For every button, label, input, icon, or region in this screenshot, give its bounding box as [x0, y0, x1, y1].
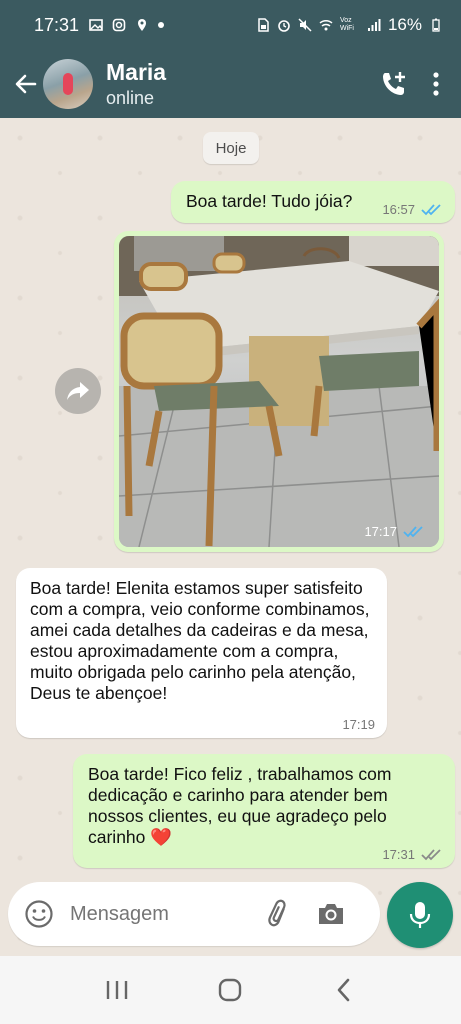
heart-emoji: ❤️	[150, 827, 173, 847]
emoji-button[interactable]	[22, 897, 56, 931]
forward-icon	[67, 382, 89, 400]
message-text: Boa tarde! Tudo jóia?	[186, 191, 353, 211]
back-arrow-icon	[15, 74, 37, 94]
message-text: Boa tarde! Elenita estamos super satisfe…	[30, 578, 370, 703]
message-time: 17:17	[364, 524, 397, 539]
chat-header: Maria online	[0, 50, 461, 118]
delivered-ticks-icon	[421, 848, 441, 860]
sim-icon	[258, 18, 269, 32]
recents-icon	[106, 981, 128, 999]
status-bar: 17:31 Voz WiFi 16%	[0, 0, 461, 50]
message-text: Boa tarde! Fico feliz , trabalhamos com …	[88, 764, 392, 847]
message-composer	[8, 882, 380, 946]
read-ticks-icon	[421, 203, 441, 215]
message-meta: 17:31	[382, 847, 443, 862]
system-icons: Voz WiFi 16%	[256, 15, 443, 35]
outgoing-image-message[interactable]: 17:17	[114, 231, 444, 552]
network-label: Voz WiFi	[339, 17, 354, 32]
add-call-icon[interactable]	[379, 69, 409, 99]
home-icon	[219, 978, 242, 1002]
incoming-message[interactable]: Boa tarde! Elenita estamos super satisfe…	[16, 568, 387, 738]
location-icon	[138, 19, 147, 31]
nav-back-icon	[337, 978, 350, 1002]
message-text-wrapper: Boa tarde! Fico feliz , trabalhamos com …	[88, 764, 443, 848]
furniture-photo	[119, 236, 439, 547]
read-ticks-icon	[403, 525, 423, 537]
nav-back-button[interactable]	[324, 970, 364, 1010]
battery-icon	[432, 18, 440, 32]
chat-area[interactable]: Hoje Boa tarde! Tudo jóia? 16:57 17:17 B…	[0, 118, 461, 956]
forward-button[interactable]	[55, 368, 101, 414]
message-meta: 17:17	[364, 524, 425, 539]
mute-icon	[298, 18, 312, 32]
contact-info[interactable]: Maria online	[106, 58, 166, 110]
message-photo[interactable]: 17:17	[119, 236, 439, 547]
message-meta: 17:19	[342, 717, 375, 732]
message-input[interactable]	[70, 902, 240, 926]
date-chip: Hoje	[203, 132, 259, 164]
dot-icon	[158, 22, 165, 28]
paperclip-icon	[268, 899, 286, 927]
alarm-icon	[278, 20, 290, 32]
status-time: 17:31	[34, 14, 80, 35]
outgoing-message[interactable]: Boa tarde! Fico feliz , trabalhamos com …	[73, 754, 455, 868]
gallery-icon	[89, 19, 103, 31]
header-actions	[379, 69, 441, 99]
emoji-icon	[25, 900, 53, 928]
message-time: 16:57	[382, 202, 415, 217]
battery-percent: 16%	[387, 15, 422, 34]
message-time: 17:19	[342, 717, 375, 732]
message-time: 17:31	[382, 847, 415, 862]
outgoing-message[interactable]: Boa tarde! Tudo jóia? 16:57	[171, 181, 455, 223]
camera-icon	[319, 904, 343, 924]
message-meta: 16:57	[382, 202, 443, 217]
home-button[interactable]	[210, 970, 250, 1010]
microphone-icon	[409, 902, 431, 928]
voice-message-button[interactable]	[387, 882, 453, 948]
back-button[interactable]	[6, 64, 46, 104]
attach-button[interactable]	[262, 897, 296, 931]
wifi-icon	[319, 19, 333, 31]
recents-button[interactable]	[97, 970, 137, 1010]
contact-name: Maria	[106, 59, 167, 85]
instagram-icon	[112, 18, 126, 32]
avatar[interactable]	[43, 59, 93, 109]
notification-icons	[89, 18, 165, 32]
camera-button[interactable]	[314, 897, 348, 931]
more-options-icon[interactable]	[431, 71, 441, 97]
signal-icon	[367, 19, 381, 31]
contact-status: online	[106, 88, 155, 108]
system-nav-bar	[0, 956, 461, 1024]
